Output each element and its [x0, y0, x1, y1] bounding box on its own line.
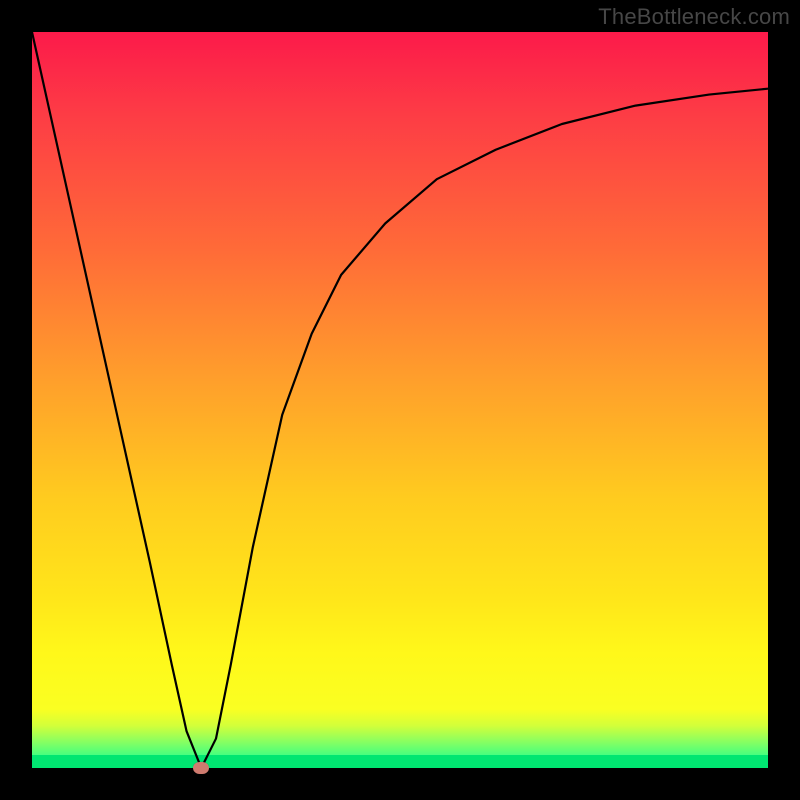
watermark-label: TheBottleneck.com	[598, 4, 790, 30]
plot-area	[32, 32, 768, 768]
chart-frame: TheBottleneck.com	[0, 0, 800, 800]
optimal-point-marker	[193, 762, 209, 774]
bottleneck-curve	[32, 32, 768, 768]
